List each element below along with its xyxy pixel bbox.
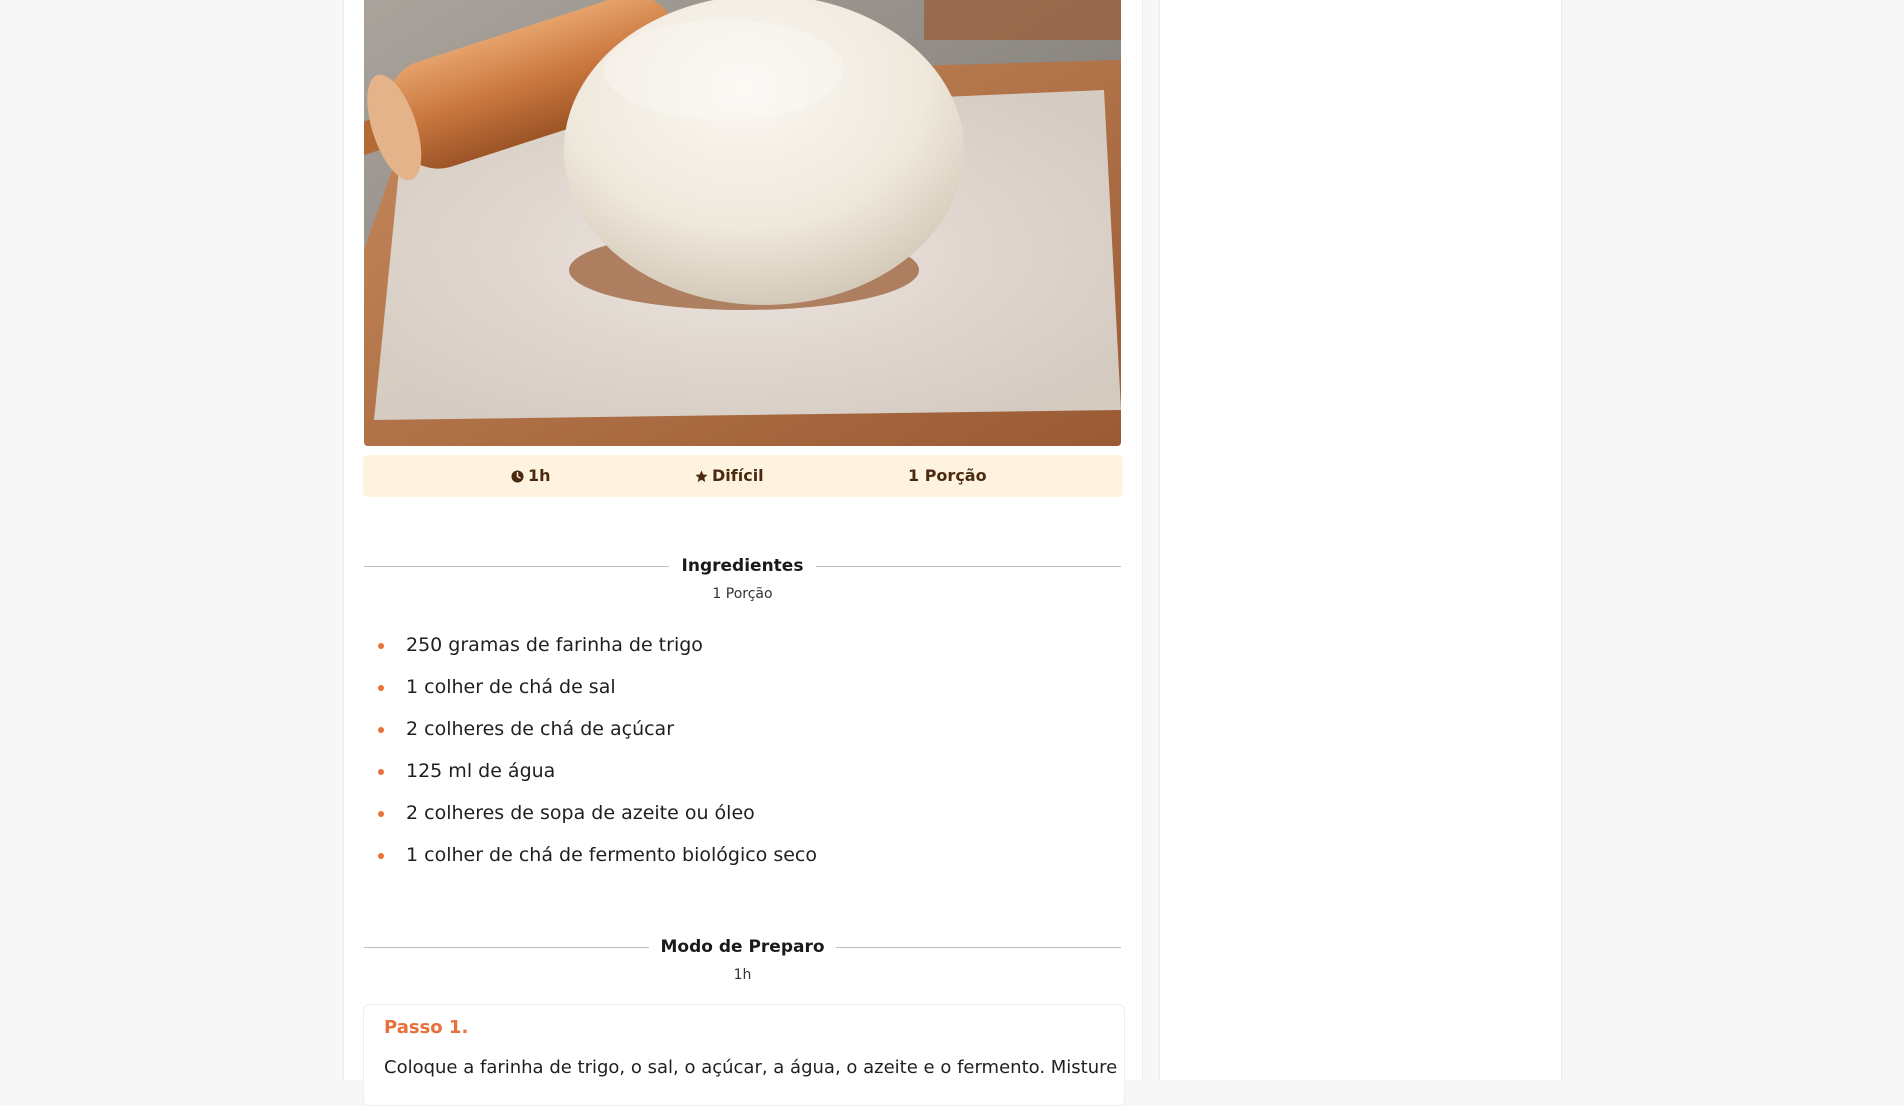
bullet-icon [378,685,384,691]
divider [364,566,669,567]
bullet-icon [378,727,384,733]
ingredient-item: 1 colher de chá de fermento biológico se… [374,840,1114,882]
ingredient-text: 125 ml de água [406,760,556,782]
ingredient-text: 2 colheres de chá de açúcar [406,718,675,740]
ingredients-subtitle: 1 Porção [712,586,773,602]
bullet-icon [378,853,384,859]
preparation-subtitle: 1h [733,967,752,983]
ingredients-title: Ingredientes [681,555,804,577]
ingredient-list: 250 gramas de farinha de trigo 1 colher … [374,630,1114,882]
bullet-icon [378,643,384,649]
ingredient-item: 125 ml de água [374,756,1114,798]
meta-difficulty: Difícil [695,455,764,497]
ingredient-item: 250 gramas de farinha de trigo [374,630,1114,672]
meta-time-label: 1h [528,466,551,485]
ingredient-text: 1 colher de chá de sal [406,676,616,698]
ingredient-text: 1 colher de chá de fermento biológico se… [406,844,817,866]
meta-difficulty-label: Difícil [712,466,764,485]
recipe-meta-bar: 1h Difícil 1 Porção [363,455,1123,497]
sidebar-panel [1159,0,1562,1080]
bullet-icon [378,769,384,775]
ingredient-text: 250 gramas de farinha de trigo [406,634,703,656]
divider [836,947,1121,948]
meta-portions: 1 Porção [908,455,987,497]
ingredient-text: 2 colheres de sopa de azeite ou óleo [406,802,755,824]
ingredient-item: 1 colher de chá de sal [374,672,1114,714]
clock-icon [511,469,524,483]
preparation-title: Modo de Preparo [660,936,825,958]
recipe-hero-image [364,0,1121,446]
divider [364,947,649,948]
preparation-header: Modo de Preparo 1h [364,936,1121,984]
ingredient-item: 2 colheres de sopa de azeite ou óleo [374,798,1114,840]
recipe-card: 1h Difícil 1 Porção Ingredientes 1 Porçã… [343,0,1143,1106]
meta-portions-label: 1 Porção [908,466,987,485]
step-text: Coloque a farinha de trigo, o sal, o açú… [384,1057,1118,1078]
bullet-icon [378,811,384,817]
step-card: Passo 1. Coloque a farinha de trigo, o s… [363,1004,1125,1106]
ingredient-item: 2 colheres de chá de açúcar [374,714,1114,756]
meta-time: 1h [511,455,551,497]
divider [816,566,1121,567]
star-icon [695,470,708,483]
ingredients-header: Ingredientes 1 Porção [364,555,1121,603]
step-title: Passo 1. [384,1017,469,1038]
